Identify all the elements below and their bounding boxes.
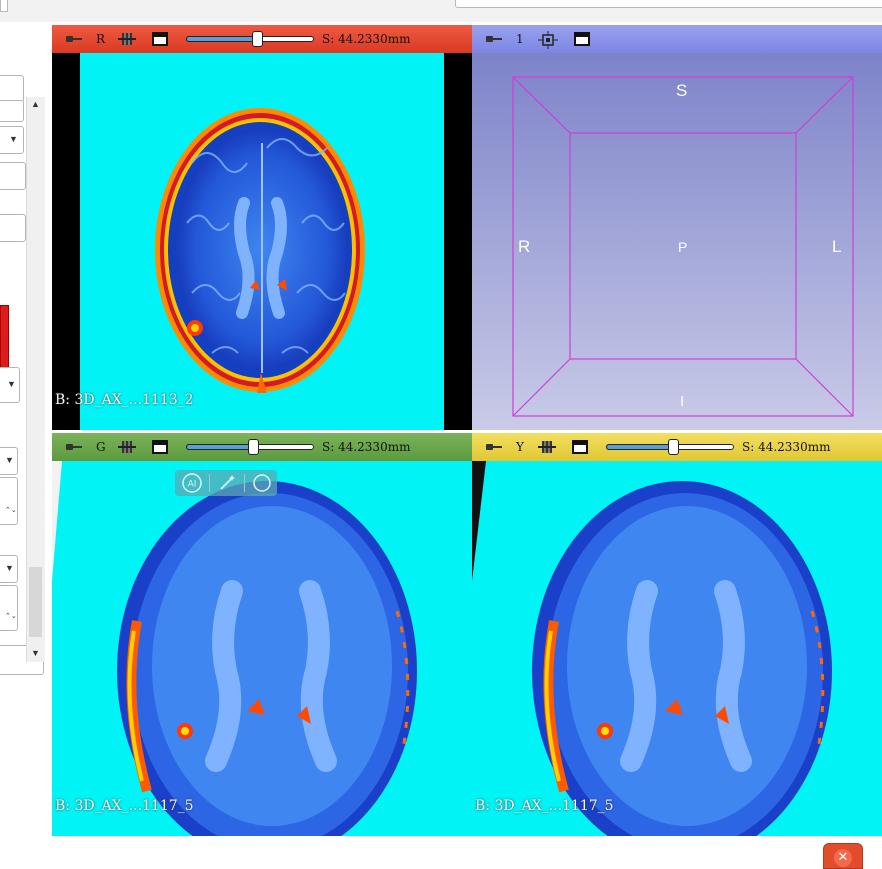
pin-icon[interactable] — [486, 35, 502, 43]
3d-render-area[interactable]: S R L P I — [472, 53, 882, 430]
orientation-box — [512, 76, 854, 417]
chevron-down-icon: ▼ — [7, 379, 16, 389]
green-view-image[interactable]: B: 3D_AX_...1117_5 — [52, 461, 472, 836]
scroll-up-icon[interactable]: ▲ — [31, 99, 40, 109]
view-name-label: G — [96, 440, 106, 454]
brain-oblique-image — [472, 461, 832, 836]
spin-arrows-icon: ⌃⌄ — [5, 613, 17, 620]
red-view-image[interactable]: B: 3D_AX_...1113_2 — [52, 53, 472, 430]
panel-dropdown-1[interactable]: ▼ — [0, 126, 24, 154]
orientation-posterior: P — [678, 239, 688, 255]
chevron-down-icon: ▼ — [5, 455, 14, 465]
brain-axial-image — [155, 108, 365, 393]
slice-offset-value: S: 44.2330mm — [322, 32, 411, 46]
layout-icon[interactable] — [538, 439, 556, 455]
brain-oblique-image — [52, 461, 417, 836]
ai-icon[interactable]: AI — [181, 472, 203, 494]
volume-overlay-label: B: 3D_AX_...1117_5 — [475, 798, 614, 814]
panel-field-4[interactable] — [0, 214, 26, 242]
yellow-view-image[interactable]: B: 3D_AX_...1117_5 — [472, 461, 882, 836]
close-button[interactable]: ✕ — [823, 843, 863, 869]
top-search-field[interactable] — [455, 0, 882, 8]
red-view-header: R S: 44.2330mm — [52, 25, 472, 53]
layout-icon[interactable] — [118, 439, 136, 455]
pin-icon[interactable] — [66, 443, 82, 451]
maximize-icon[interactable] — [574, 32, 590, 46]
scrollbar-thumb[interactable] — [29, 567, 42, 637]
module-panel: ▼ ▼ ▼ ⌃⌄ ▼ ⌃⌄ ▲ ▼ — [0, 22, 52, 864]
green-view-header: G S: 44.2330mm — [52, 433, 472, 461]
yellow-view-header: Y S: 44.2330mm — [472, 433, 882, 461]
ai-tool-popup: AI — [175, 470, 277, 496]
volume-overlay-label: B: 3D_AX_...1113_2 — [55, 392, 194, 408]
panel-dropdown-4[interactable]: ▼ — [0, 555, 18, 583]
panel-spinbox-2[interactable]: ⌃⌄ — [0, 585, 18, 631]
orientation-superior: S — [676, 81, 688, 100]
panel-dropdown-3[interactable]: ▼ — [0, 447, 18, 475]
maximize-icon[interactable] — [152, 440, 168, 454]
view-name-label: 1 — [516, 32, 524, 46]
view-name-label: Y — [516, 440, 524, 454]
orientation-inferior: I — [680, 393, 685, 410]
view-name-label: R — [96, 32, 106, 46]
scroll-down-icon[interactable]: ▼ — [31, 648, 40, 658]
slice-offset-slider[interactable] — [606, 439, 734, 455]
slice-offset-slider[interactable] — [186, 439, 314, 455]
panel-dropdown-2[interactable]: ▼ — [0, 367, 20, 403]
orientation-right: R — [518, 237, 531, 256]
color-swatch[interactable] — [0, 305, 9, 369]
chevron-down-icon: ▼ — [5, 563, 14, 573]
pin-icon[interactable] — [486, 443, 502, 451]
maximize-icon[interactable] — [152, 32, 168, 46]
svg-text:AI: AI — [188, 480, 197, 490]
circle-icon[interactable] — [251, 472, 273, 494]
yellow-slice-view[interactable]: Y S: 44.2330mm B: 3D_AX_...1117_5 — [472, 433, 882, 836]
magic-wand-icon[interactable] — [216, 472, 238, 494]
chevron-down-icon: ▼ — [9, 134, 18, 144]
panel-scrollbar[interactable]: ▲ ▼ — [26, 97, 45, 662]
slice-offset-value: S: 44.2330mm — [322, 440, 411, 454]
slice-offset-slider[interactable] — [186, 31, 314, 47]
red-slice-view[interactable]: R S: 44.2330mm B: 3D_AX_...1113_2 — [52, 25, 472, 430]
volume-overlay-label: B: 3D_AX_...1117_5 — [55, 798, 194, 814]
top-toolbar — [0, 0, 882, 22]
3d-view-header: 1 — [472, 25, 882, 53]
3d-view[interactable]: 1 S R L P I — [472, 25, 882, 430]
layout-icon[interactable] — [118, 31, 136, 47]
maximize-icon[interactable] — [572, 440, 588, 454]
panel-field-3[interactable] — [0, 162, 26, 190]
spin-arrows-icon: ⌃⌄ — [5, 507, 17, 514]
panel-field-2[interactable] — [0, 100, 24, 122]
slice-offset-value: S: 44.2330mm — [742, 440, 831, 454]
pin-icon[interactable] — [66, 35, 82, 43]
orientation-left: L — [832, 237, 842, 256]
top-left-control[interactable] — [0, 0, 8, 12]
crosshair-icon[interactable] — [538, 31, 558, 49]
panel-spinbox-1[interactable]: ⌃⌄ — [0, 477, 18, 525]
panel-field-1[interactable] — [0, 75, 24, 103]
close-icon: ✕ — [834, 849, 852, 867]
